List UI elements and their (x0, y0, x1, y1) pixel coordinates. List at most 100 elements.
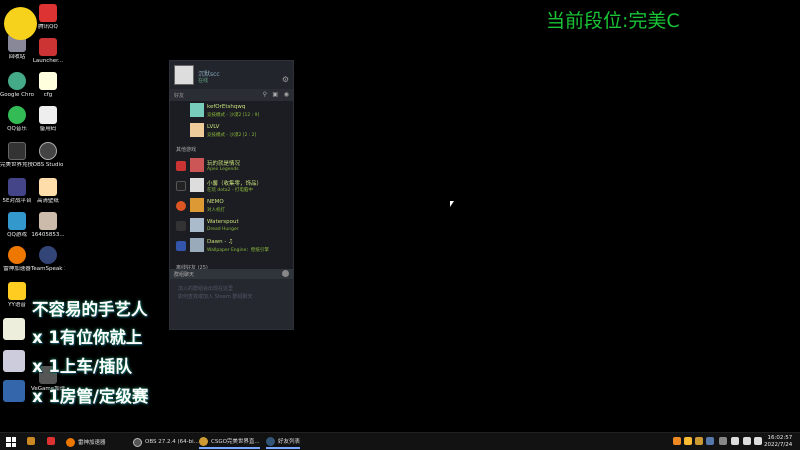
tray-icon[interactable] (673, 437, 681, 445)
desktop-icon-backup[interactable]: 备用码 (31, 106, 65, 133)
game-icon (176, 241, 186, 251)
overlay-avatar-3 (3, 380, 25, 402)
overlay-title: 不容易的手艺人 (32, 300, 148, 319)
steam-icon (266, 436, 275, 446)
pinned-app-icon[interactable] (47, 437, 55, 445)
friend-name: Dawn - ♫ (207, 239, 234, 245)
friend-game: 竞技模式 - 沙漠2 [2 : 2] (207, 133, 257, 138)
friend-row[interactable]: 小馨（收集零，饰品） 在玩 dota2 - 打电脑中 (170, 176, 293, 196)
desktop-icon-file[interactable]: 16405853... (31, 212, 65, 239)
leishen-icon (8, 246, 26, 264)
friend-game: Wallpaper Engine：壁纸引擎 (207, 248, 269, 253)
desktop-icon-5e[interactable]: 5E对战平台 (0, 178, 34, 205)
friend-row[interactable]: Dawn - ♫ Wallpaper Engine：壁纸引擎 (170, 236, 293, 256)
friend-name: kefOrEtshqwq (207, 104, 246, 110)
settings-icon[interactable]: ◉ (284, 91, 289, 98)
desktop-icon-qqmusic[interactable]: QQ音乐 (0, 106, 34, 133)
friend-game: 竞技模式 - 沙漠2 [12 : 9] (207, 113, 260, 118)
overlay-avatar-1 (3, 318, 25, 340)
volume-icon[interactable] (743, 437, 751, 445)
friend-game: Dread Hunger (207, 227, 239, 232)
qq-music-icon (8, 106, 26, 124)
desktop-icon-chrome[interactable]: Google Chrome (0, 72, 34, 99)
game-icon (176, 221, 186, 231)
friend-row[interactable]: kefOrEtshqwq 竞技模式 - 沙漠2 [12 : 9] (170, 101, 293, 121)
chrome-icon (199, 436, 208, 446)
group-chat-header[interactable]: 群组聊天 (170, 269, 293, 279)
chat-hint-1: 加入的群组会出现在这里 (178, 286, 234, 292)
cursor-highlight (4, 7, 37, 40)
taskbar-app-label: 雷神加速器 (78, 440, 106, 446)
friend-game: 对人机打 (207, 208, 225, 213)
desktop-icon-teamspeak[interactable]: TeamSpeak 3 (31, 246, 65, 273)
5e-icon (8, 178, 26, 196)
group-chat-label: 群组聊天 (174, 272, 195, 278)
friend-row[interactable]: NEMO 对人机打 (170, 196, 293, 216)
tray-icon[interactable] (695, 437, 703, 445)
friend-avatar (190, 218, 204, 232)
game-icon (176, 181, 186, 191)
desktop-icon-cfg[interactable]: cfg (31, 72, 65, 99)
network-icon[interactable] (731, 437, 739, 445)
desktop-icon-wallpaper[interactable]: 高清壁纸 (31, 178, 65, 205)
steam-friends-window[interactable]: 沉默scc 在线 ⚙ 好友 ⚲ ▣ ◉ kefOrEtshqwq 竞技模式 - … (169, 60, 294, 330)
friend-avatar (190, 158, 204, 172)
taskbar: 雷神加速器 OBS 27.2.4 (64-bi... CSGO完美世界直... … (0, 432, 800, 450)
other-games-header[interactable]: 其他游戏 (170, 141, 293, 156)
taskbar-app-steam-friends[interactable]: 好友列表 (266, 435, 301, 449)
overlay-avatar-2 (3, 350, 25, 372)
gear-icon[interactable]: ⚙ (282, 75, 289, 84)
taskbar-app-leishen[interactable]: 雷神加速器 (66, 435, 106, 449)
friends-label: 好友 (174, 93, 185, 99)
friend-avatar (190, 238, 204, 252)
group-chat-hint: 加入的群组会出现在这里 如何查找或加入 Steam 群组聊天 (170, 279, 293, 307)
desktop-icon-launcher[interactable]: Launcher... (31, 38, 65, 65)
image-icon (39, 178, 57, 196)
taskbar-app-label: 好友列表 (278, 439, 301, 445)
yy-icon (8, 282, 26, 300)
obs-icon (133, 437, 142, 447)
chevron-up-icon[interactable] (719, 437, 727, 445)
qq-game-icon (8, 212, 26, 230)
friend-row[interactable]: 玩的就是情况 Apex Legends (170, 156, 293, 176)
group-chat-panel: 群组聊天 加入的群组会出现在这里 如何查找或加入 Steam 群组聊天 (170, 269, 293, 329)
desktop-icon-wanmei[interactable]: 完美世界竞技平台 (0, 142, 34, 169)
desktop-icon-obs[interactable]: OBS Studio (31, 142, 65, 169)
chrome-icon (8, 72, 26, 90)
friend-avatar (190, 198, 204, 212)
overlay-line-3: x 1房管/定级赛 (32, 387, 149, 406)
friend-name: Waterspout (207, 219, 239, 225)
clock-time: 16:02:57 (767, 435, 793, 441)
add-friend-icon[interactable]: ▣ (272, 91, 278, 98)
chat-hint-2[interactable]: 如何查找或加入 Steam 群组聊天 (178, 293, 285, 301)
wanmei-icon (8, 142, 26, 160)
steam-tray-icon[interactable] (706, 437, 714, 445)
taskbar-app-label: CSGO完美世界直... (211, 439, 260, 445)
friend-row[interactable]: Waterspout Dread Hunger (170, 216, 293, 236)
pinned-app-icon[interactable] (27, 437, 35, 445)
friend-row[interactable]: LVLV 竞技模式 - 沙漠2 [2 : 2] (170, 121, 293, 141)
taskbar-app-obs[interactable]: OBS 27.2.4 (64-bi... (133, 435, 199, 449)
friend-avatar (190, 178, 204, 192)
user-status[interactable]: 在线 (198, 77, 208, 84)
windows-start-icon[interactable] (6, 437, 16, 447)
tray-icon[interactable] (684, 437, 692, 445)
desktop-icon-leishen[interactable]: 雷神加速器 (0, 246, 34, 273)
friend-game: 在玩 dota2 - 打电脑中 (207, 188, 253, 193)
image-file-icon (39, 212, 57, 230)
user-avatar[interactable] (174, 65, 194, 85)
desktop-icon-qqgame[interactable]: QQ游戏 (0, 212, 34, 239)
input-method-icon[interactable] (754, 437, 762, 445)
friend-name: NEMO (207, 199, 224, 205)
qq-icon (39, 4, 57, 22)
launcher-icon (39, 38, 57, 56)
taskbar-app-chrome[interactable]: CSGO完美世界直... (199, 435, 260, 449)
search-icon[interactable]: ⚲ (263, 91, 267, 98)
friend-name: LVLV (207, 124, 220, 130)
desktop-icon-yy[interactable]: YY语音 (0, 282, 34, 309)
taskbar-clock[interactable]: 16:02:57 2022/7/24 (764, 435, 792, 449)
add-group-icon[interactable] (282, 270, 289, 277)
friends-header: 沉默scc 在线 ⚙ (170, 61, 293, 89)
friend-avatar (190, 103, 204, 117)
friend-name: 小馨（收集零，饰品） (207, 181, 263, 187)
